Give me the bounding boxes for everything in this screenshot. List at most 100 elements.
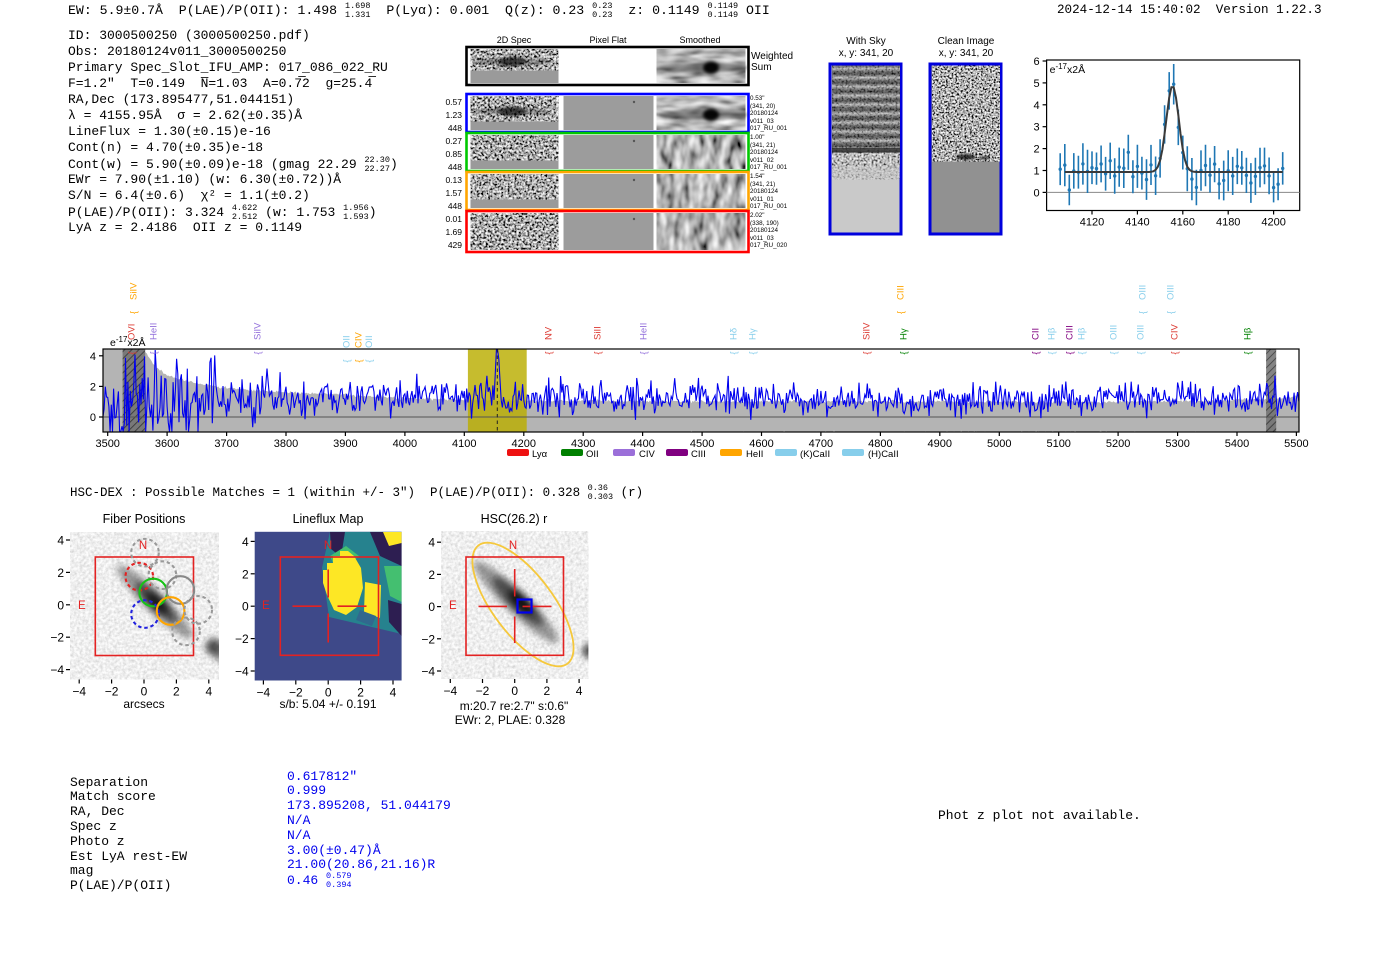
svg-text:Lyα: Lyα [532,449,548,460]
svg-text:SiIV: SiIV [129,282,140,300]
svg-text:{: { [1065,351,1075,354]
svg-text:2: 2 [428,568,435,582]
svg-text:−2: −2 [476,684,490,698]
svg-text:Hβ: Hβ [1077,327,1088,340]
svg-text:Hβ: Hβ [1243,327,1254,340]
svg-text:4160: 4160 [1171,217,1195,229]
svg-text:SiIV: SiIV [862,322,873,340]
svg-text:5300: 5300 [1165,438,1189,450]
svg-text:−4: −4 [72,685,86,699]
svg-text:{: { [639,351,649,354]
svg-text:E: E [262,600,270,612]
svg-text:EWr: 2, PLAE: 0.328: EWr: 2, PLAE: 0.328 [455,713,566,727]
svg-text:0: 0 [428,600,435,614]
svg-text:4140: 4140 [1125,217,1149,229]
svg-text:4180: 4180 [1216,217,1240,229]
svg-text:CII: CII [1031,328,1042,340]
svg-text:2: 2 [173,685,180,699]
svg-text:{: { [1136,351,1146,354]
svg-text:2: 2 [1033,144,1039,156]
svg-text:4000: 4000 [393,438,417,450]
svg-text:{: { [748,351,758,354]
svg-text:5500: 5500 [1284,438,1308,450]
svg-text:{: { [899,351,909,354]
svg-text:{: { [729,351,739,354]
svg-text:{: { [129,311,139,314]
svg-text:Pixel Flat: Pixel Flat [589,35,627,45]
svg-text:4200: 4200 [1261,217,1285,229]
svg-text:OIII: OIII [1109,325,1120,340]
svg-text:2: 2 [544,684,551,698]
svg-text:−4: −4 [257,686,271,700]
svg-text:HeII: HeII [639,323,650,340]
svg-text:CIV: CIV [1170,324,1181,341]
svg-text:−4: −4 [443,684,457,698]
svg-text:N: N [324,540,332,552]
svg-text:5400: 5400 [1225,438,1249,450]
svg-text:−2: −2 [421,632,435,646]
svg-text:m:20.7 re:2.7" s:0.6": m:20.7 re:2.7" s:0.6" [460,699,569,713]
svg-text:{: { [1047,351,1057,354]
svg-text:4: 4 [90,351,96,363]
svg-text:−2: −2 [235,632,249,646]
svg-text:0: 0 [90,412,96,424]
svg-text:2: 2 [242,567,249,581]
svg-text:OIII: OIII [1166,285,1177,300]
svg-text:{: { [342,359,352,362]
svg-text:{: { [1166,311,1176,314]
svg-text:3900: 3900 [333,438,357,450]
svg-text:{: { [1243,351,1253,354]
svg-text:CIII: CIII [1065,325,1076,340]
svg-text:4: 4 [242,535,249,549]
svg-text:CIV: CIV [353,332,364,349]
svg-text:0: 0 [242,600,249,614]
svg-text:NV: NV [544,326,555,340]
svg-text:arcsecs: arcsecs [123,697,164,711]
svg-text:HeII: HeII [746,449,763,460]
svg-text:OIII: OIII [1138,285,1149,300]
svg-text:E: E [449,600,457,612]
svg-text:0: 0 [1033,187,1039,199]
svg-text:3500: 3500 [95,438,119,450]
svg-text:4: 4 [576,684,583,698]
svg-text:4120: 4120 [1080,217,1104,229]
svg-text:(H)CaII: (H)CaII [868,449,899,460]
svg-text:2: 2 [57,566,64,580]
svg-text:5000: 5000 [987,438,1011,450]
svg-text:−2: −2 [105,685,119,699]
svg-text:OIII: OIII [1136,325,1147,340]
svg-text:Hβ: Hβ [1047,327,1058,340]
svg-text:−4: −4 [235,665,249,679]
svg-text:−4: −4 [50,663,64,677]
svg-text:5: 5 [1033,78,1039,90]
svg-text:0: 0 [57,598,64,612]
svg-text:6: 6 [1033,56,1039,68]
svg-text:1: 1 [1033,166,1039,178]
svg-text:4100: 4100 [452,438,476,450]
svg-text:4: 4 [428,536,435,550]
svg-text:{: { [364,359,374,362]
svg-text:e-17x2Å: e-17x2Å [1050,62,1086,76]
svg-text:CIII: CIII [691,449,706,460]
svg-text:−4: −4 [421,665,435,679]
svg-text:4: 4 [390,686,397,700]
svg-text:{: { [862,351,872,354]
svg-text:Hγ: Hγ [748,328,759,340]
svg-text:3: 3 [1033,122,1039,134]
svg-text:{: { [1109,351,1119,354]
svg-text:{: { [1077,351,1087,354]
svg-text:4900: 4900 [928,438,952,450]
svg-text:3800: 3800 [274,438,298,450]
svg-text:Smoothed: Smoothed [679,35,720,45]
svg-text:{: { [127,351,137,354]
svg-text:{: { [1031,351,1041,354]
svg-text:4: 4 [57,534,64,548]
svg-text:HeII: HeII [149,323,160,340]
svg-text:SiII: SiII [593,326,604,340]
svg-text:CIII: CIII [896,285,907,300]
svg-text:Hγ: Hγ [899,328,910,340]
svg-text:s/b: 5.04 +/- 0.191: s/b: 5.04 +/- 0.191 [279,697,376,711]
svg-text:OVI: OVI [127,324,138,340]
svg-text:{: { [149,351,159,354]
svg-text:(K)CaII: (K)CaII [800,449,830,460]
